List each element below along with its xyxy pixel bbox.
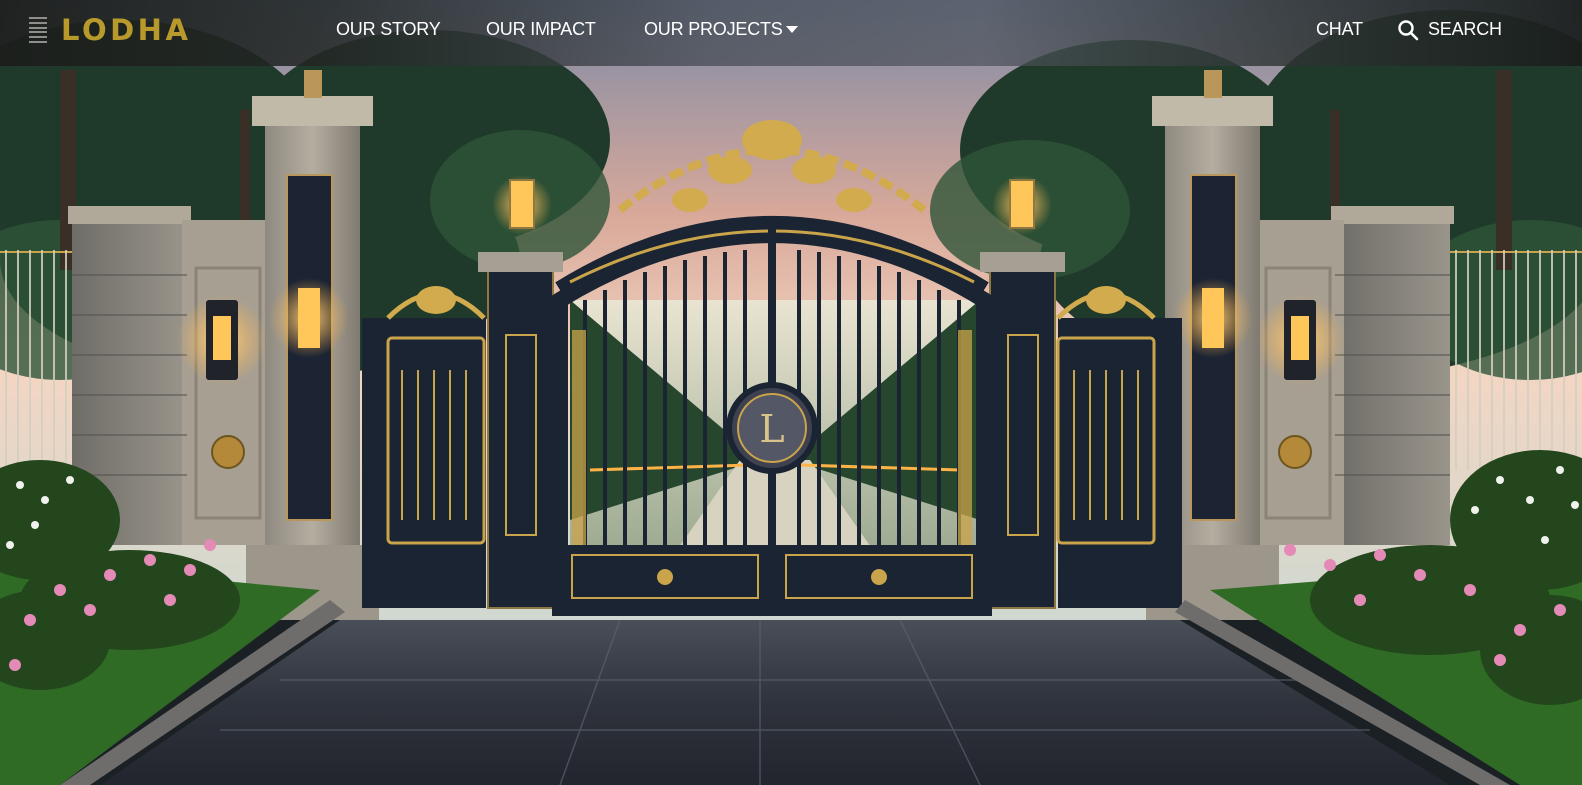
gate-monogram: L <box>759 407 784 451</box>
logo-text: LODHA <box>61 13 192 47</box>
menu-icon[interactable] <box>29 17 47 43</box>
lodha-logo[interactable]: LODHA <box>61 10 191 50</box>
search-icon[interactable] <box>1397 19 1419 41</box>
hero-gate-illustration: L <box>0 0 1582 785</box>
nav-our-projects[interactable]: OUR PROJECTS <box>644 16 783 42</box>
top-nav-bar: LODHA OUR STORY OUR IMPACT OUR PROJECTS … <box>0 0 1582 66</box>
hero-banner: L <box>0 0 1582 785</box>
chat-link[interactable]: CHAT <box>1316 16 1363 42</box>
nav-our-story[interactable]: OUR STORY <box>336 16 441 42</box>
chevron-down-icon[interactable] <box>786 26 798 33</box>
nav-our-impact[interactable]: OUR IMPACT <box>486 16 596 42</box>
search-link[interactable]: SEARCH <box>1428 16 1502 42</box>
